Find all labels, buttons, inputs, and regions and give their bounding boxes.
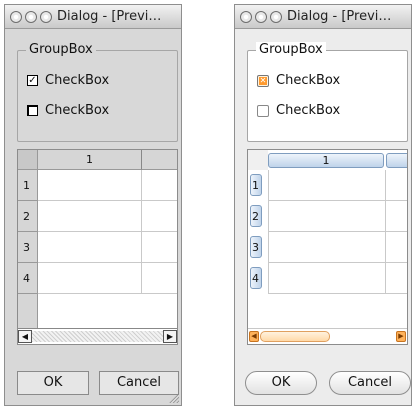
zoom-button-icon[interactable] — [270, 10, 282, 23]
scroll-left-arrow-icon[interactable]: ◀ — [18, 330, 32, 343]
zoom-button-icon[interactable] — [40, 10, 52, 23]
checkbox-unchecked-icon[interactable] — [257, 104, 269, 117]
checkbox-label: CheckBox — [276, 103, 341, 118]
scroll-left-arrow-icon[interactable]: ◀ — [249, 331, 259, 342]
checkbox-checked-icon[interactable]: ✓ — [27, 75, 38, 86]
grid-line — [268, 170, 269, 294]
dialog-window-classic: Dialog - [Previ… GroupBox ✓ CheckBox Che… — [4, 4, 182, 406]
groupbox: GroupBox ✕ CheckBox CheckBox — [247, 42, 408, 142]
row-header-4[interactable]: 4 — [250, 267, 262, 289]
row-header-2[interactable]: 2 — [250, 205, 262, 227]
table-corner — [18, 150, 38, 170]
dialog-window-aqua: Dialog - [Previ… GroupBox ✕ CheckBox Che… — [234, 4, 412, 406]
close-button-icon[interactable] — [10, 10, 22, 23]
column-header-1[interactable]: 1 — [38, 150, 142, 170]
table-widget[interactable]: 1 1 2 3 4 ◀ ▶ — [247, 149, 408, 345]
grid-line — [38, 262, 177, 263]
horizontal-scrollbar[interactable]: ◀ ▶ — [248, 328, 407, 344]
grid-line — [268, 262, 407, 263]
window-title: Dialog - [Previ… — [287, 9, 392, 24]
checkbox-2[interactable]: CheckBox — [257, 103, 340, 118]
table-corner — [248, 150, 268, 170]
resize-grip-icon[interactable] — [168, 392, 179, 403]
column-header-empty — [386, 153, 407, 168]
cancel-button[interactable]: Cancel — [99, 371, 179, 395]
title-bar: Dialog - [Previ… — [5, 5, 181, 29]
grid-line — [38, 293, 177, 294]
row-header-2[interactable]: 2 — [18, 201, 38, 232]
scroll-track[interactable] — [32, 331, 163, 342]
row-header-3[interactable]: 3 — [18, 232, 38, 263]
title-bar: Dialog - [Previ… — [235, 5, 411, 29]
groupbox: GroupBox ✓ CheckBox CheckBox — [17, 42, 178, 142]
scroll-right-arrow-icon[interactable]: ▶ — [163, 330, 177, 343]
close-button-icon[interactable] — [240, 10, 252, 23]
minimize-button-icon[interactable] — [25, 10, 37, 23]
groupbox-title: GroupBox — [26, 42, 96, 57]
scroll-thumb[interactable] — [260, 331, 330, 342]
row-header-filler — [18, 294, 38, 328]
grid-line — [38, 200, 177, 201]
grid-line — [38, 231, 177, 232]
row-header-3[interactable]: 3 — [250, 236, 262, 258]
checkbox-label: CheckBox — [45, 103, 110, 118]
table-widget[interactable]: 1 1 2 3 4 ◀ ▶ — [17, 149, 178, 345]
grid-line — [385, 170, 386, 294]
grid-line — [268, 293, 407, 294]
checkbox-unchecked-icon[interactable] — [27, 105, 38, 116]
checkbox-1[interactable]: ✕ CheckBox — [257, 73, 340, 88]
cancel-button[interactable]: Cancel — [329, 371, 411, 395]
ok-button[interactable]: OK — [17, 371, 89, 395]
checkbox-label: CheckBox — [276, 73, 341, 88]
grid-line — [268, 200, 407, 201]
checkbox-label: CheckBox — [45, 73, 110, 88]
column-header-empty — [142, 150, 177, 170]
column-header-1[interactable]: 1 — [268, 153, 384, 168]
row-header-1[interactable]: 1 — [18, 170, 38, 201]
row-header-4[interactable]: 4 — [18, 263, 38, 294]
checkbox-checked-icon[interactable]: ✕ — [257, 74, 269, 87]
minimize-button-icon[interactable] — [255, 10, 267, 23]
checkbox-1[interactable]: ✓ CheckBox — [27, 73, 109, 88]
window-title: Dialog - [Previ… — [57, 9, 162, 24]
grid-line — [268, 231, 407, 232]
grid-line — [141, 170, 142, 294]
scroll-right-arrow-icon[interactable]: ▶ — [396, 331, 406, 342]
ok-button[interactable]: OK — [245, 371, 317, 395]
checkbox-2[interactable]: CheckBox — [27, 103, 109, 118]
row-header-1[interactable]: 1 — [250, 174, 262, 196]
horizontal-scrollbar[interactable]: ◀ ▶ — [18, 328, 177, 344]
groupbox-title: GroupBox — [256, 42, 326, 57]
